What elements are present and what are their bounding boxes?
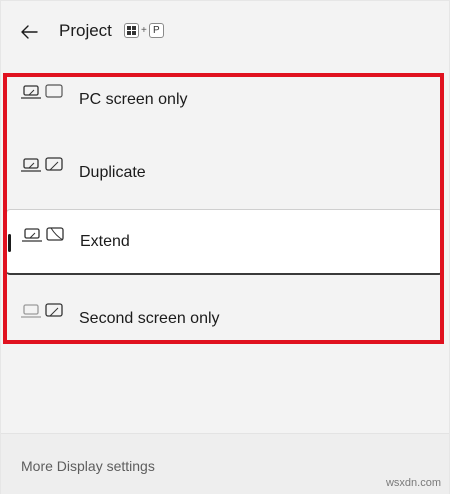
project-flyout: Project + P PC screen only Duplicate Ext…	[0, 0, 450, 494]
extend-icon	[22, 227, 64, 242]
more-display-settings-link[interactable]: More Display settings	[21, 458, 155, 474]
mode-label: PC screen only	[79, 91, 188, 108]
p-key: P	[148, 23, 164, 38]
flyout-footer: More Display settings	[1, 433, 449, 494]
mode-label: Duplicate	[79, 164, 146, 181]
mode-label: Second screen only	[79, 310, 220, 327]
windows-logo-icon	[127, 26, 136, 35]
keyboard-shortcut: + P	[124, 23, 164, 38]
selected-indicator	[8, 234, 11, 252]
duplicate-icon	[21, 157, 63, 172]
windows-key	[124, 23, 139, 38]
shortcut-plus: +	[141, 25, 147, 36]
back-button[interactable]	[15, 19, 43, 45]
mode-label: Extend	[80, 232, 130, 250]
mode-pc-screen-only[interactable]: PC screen only	[6, 67, 443, 133]
back-arrow-icon	[21, 25, 38, 39]
flyout-header: Project + P	[1, 1, 449, 63]
watermark: wsxdn.com	[385, 477, 441, 489]
mode-duplicate[interactable]: Duplicate	[6, 140, 443, 206]
mode-second-screen-only[interactable]: Second screen only	[6, 286, 443, 352]
page-title: Project	[59, 21, 112, 40]
mode-extend[interactable]: Extend	[6, 209, 443, 275]
pc-screen-only-icon	[21, 84, 63, 99]
second-screen-only-icon	[21, 303, 63, 318]
